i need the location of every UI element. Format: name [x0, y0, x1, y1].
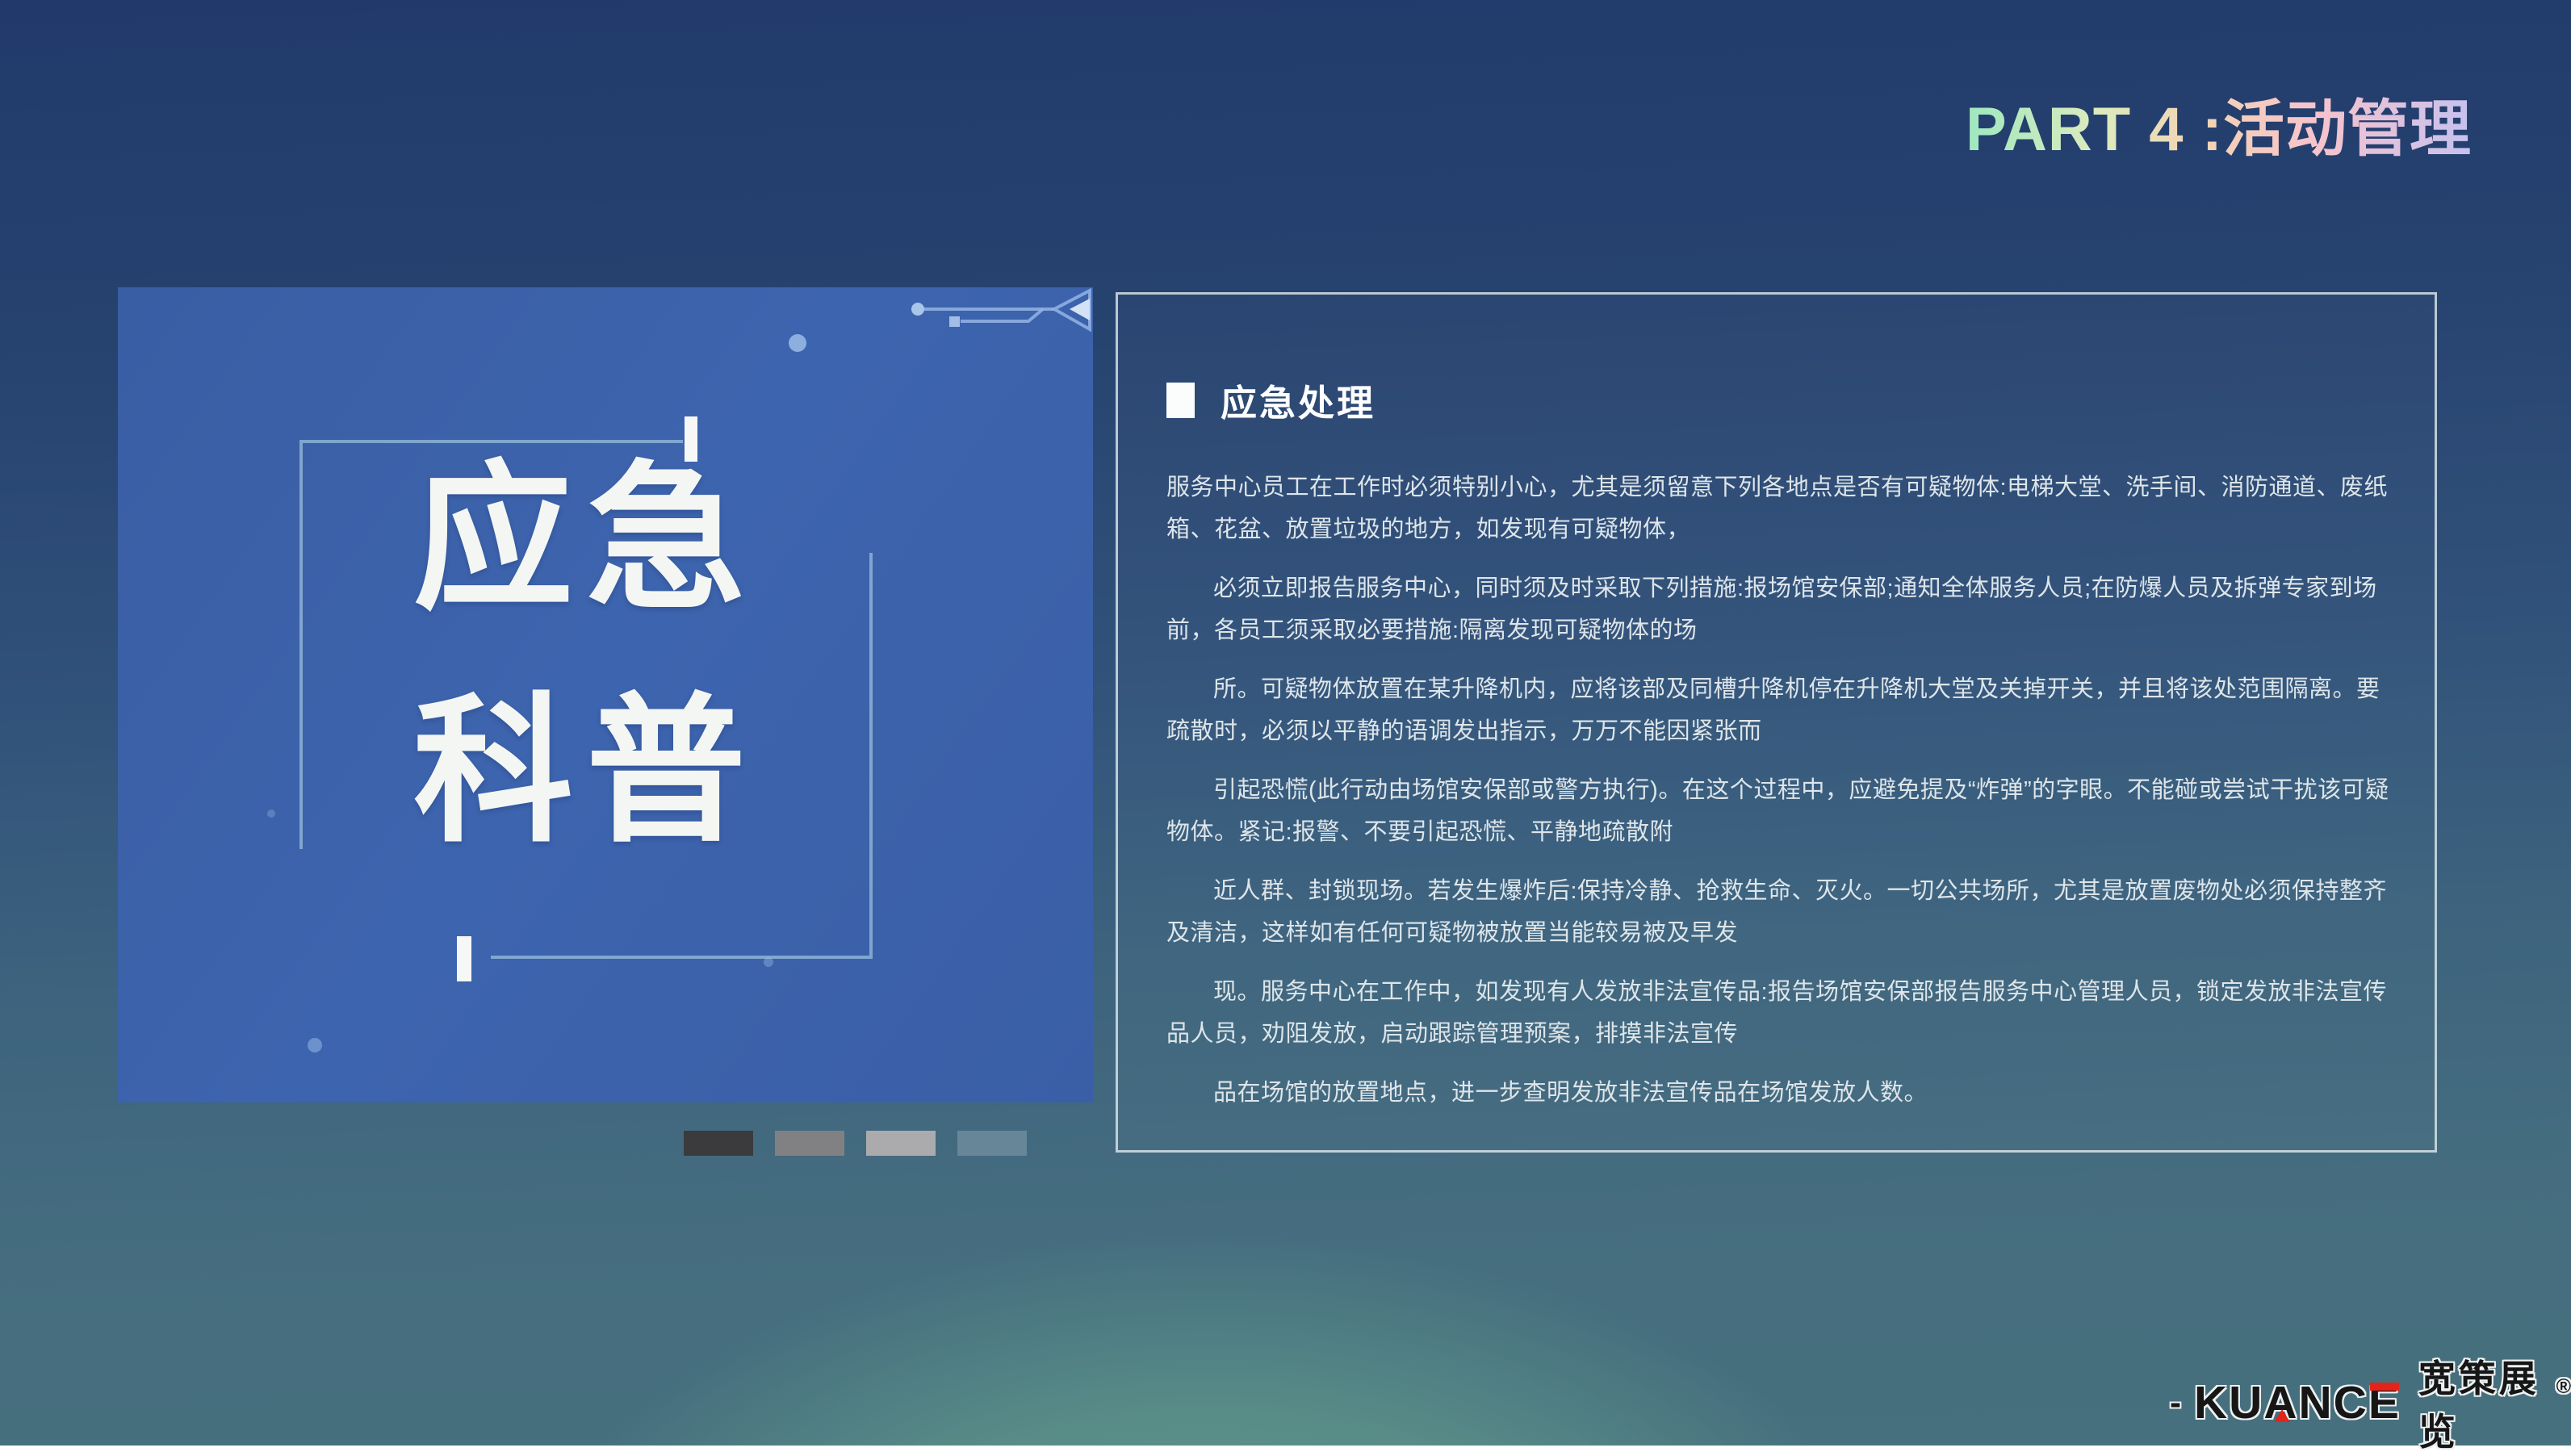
- slide: PART 4 :活动管理: [0, 0, 2571, 1446]
- pagination-bar[interactable]: [684, 1131, 753, 1156]
- pagination-bar[interactable]: [957, 1131, 1027, 1156]
- brand-logo: - KUANCE 宽策展览 ®: [2170, 1372, 2571, 1433]
- dot-decoration: [764, 957, 773, 967]
- logo-e-bar-accent-icon: [2370, 1383, 2399, 1391]
- logo-text-en: KUANCE: [2194, 1376, 2401, 1429]
- body-paragraph: 所。可疑物体放置在某升降机内，应将该部及同槽升降机停在升降机大堂及关掉开关，并且…: [1166, 668, 2389, 752]
- body-paragraph: 必须立即报告服务中心，同时须及时采取下列措施:报场馆安保部;通知全体服务人员;在…: [1166, 567, 2389, 651]
- body-paragraph: 品在场馆的放置地点，进一步查明发放非法宣传品在场馆发放人数。: [1166, 1072, 2389, 1114]
- registered-mark: ®: [2556, 1375, 2571, 1399]
- body-paragraph: 服务中心员工在工作时必须特别小心，尤其是须留意下列各地点是否有可疑物体:电梯大堂…: [1166, 467, 2389, 550]
- circuit-node-icon: [911, 303, 924, 316]
- panel-heading: 应急处理: [1221, 374, 1376, 426]
- carousel-pagination: [684, 1131, 1027, 1156]
- hero-text-line2: 科普: [301, 655, 871, 888]
- pagination-bar[interactable]: [866, 1131, 936, 1156]
- dot-decoration: [789, 334, 806, 352]
- circuit-arrow-icon: [1070, 299, 1090, 320]
- panel-heading-row: 应急处理: [1166, 374, 2389, 426]
- hero-text-line1: 应急: [301, 423, 871, 655]
- body-paragraph: 现。服务中心在工作中，如发现有人发放非法宣传品:报告场馆安保部报告服务中心管理人…: [1166, 971, 2389, 1055]
- logo-dash: -: [2170, 1383, 2181, 1422]
- panel-body: 服务中心员工在工作时必须特别小心，尤其是须留意下列各地点是否有可疑物体:电梯大堂…: [1166, 467, 2389, 1114]
- logo-text-cn: 宽策展览: [2418, 1349, 2552, 1456]
- hero-image: 应急 科普: [118, 287, 1093, 1102]
- hero-poster-text: 应急 科普: [301, 423, 871, 888]
- content-panel: 应急处理 服务中心员工在工作时必须特别小心，尤其是须留意下列各地点是否有可疑物体…: [1116, 292, 2437, 1153]
- heading-bullet-square-icon: [1166, 383, 1195, 418]
- circuit-decoration-icon: [917, 291, 1090, 329]
- dot-decoration: [267, 810, 275, 818]
- slide-title: PART 4 :活动管理: [1966, 79, 2472, 168]
- body-paragraph: 近人群、封锁现场。若发生爆炸后:保持冷静、抢救生命、灭火。一切公共场所，尤其是放…: [1166, 870, 2389, 954]
- pagination-bar[interactable]: [775, 1131, 844, 1156]
- dot-decoration: [308, 1038, 322, 1052]
- body-paragraph: 引起恐慌(此行动由场馆安保部或警方执行)。在这个过程中，应避免提及“炸弹”的字眼…: [1166, 769, 2389, 853]
- circuit-square-icon: [949, 316, 960, 327]
